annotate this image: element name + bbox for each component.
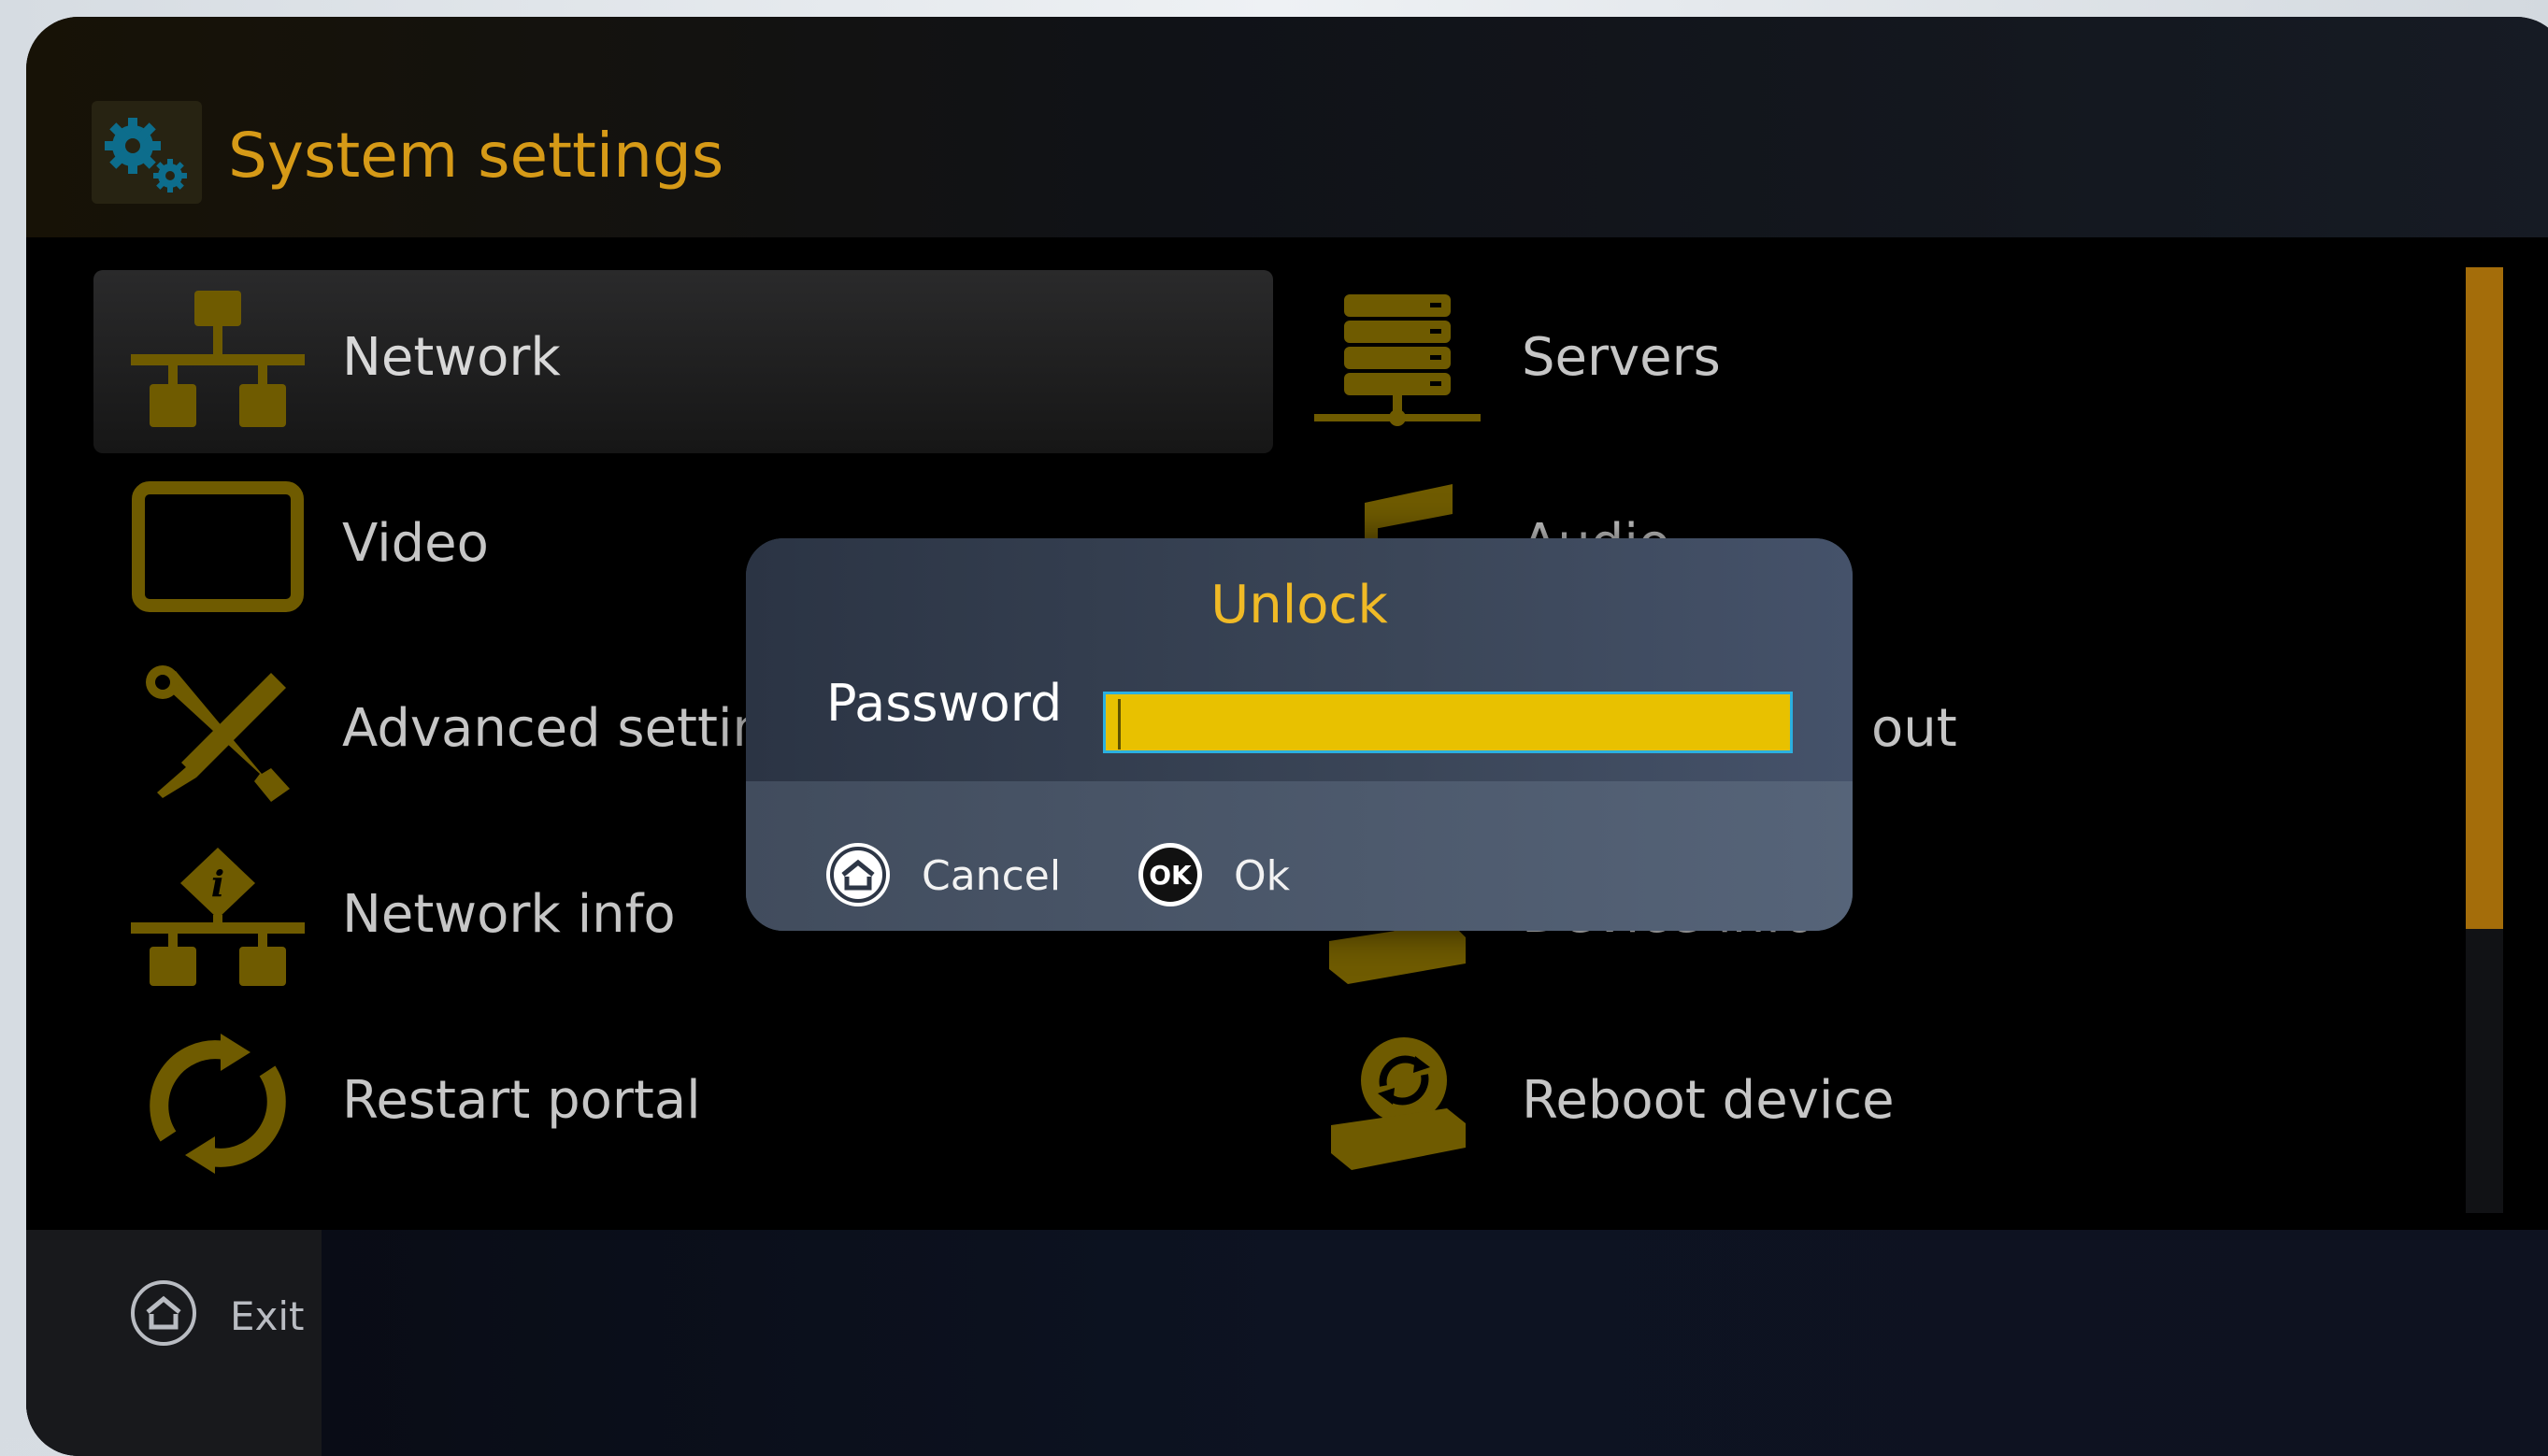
header: System settings <box>26 17 2548 237</box>
ok-label: Ok <box>1234 852 1291 900</box>
footer: Exit <box>26 1230 2548 1456</box>
network-info-icon: i <box>131 848 305 988</box>
dialog-title: Unlock <box>1210 575 1388 635</box>
cancel-button[interactable]: Cancel <box>824 837 1061 912</box>
reboot-device-icon <box>1310 1034 1484 1174</box>
svg-text:i: i <box>211 863 224 905</box>
password-label: Password <box>826 674 1063 733</box>
menu-item-reboot-device[interactable]: Reboot device <box>1273 1013 2453 1196</box>
unlock-dialog: Unlock Password Cancel OK Ok <box>746 538 1853 931</box>
menu-item-label: Servers <box>1522 327 1721 388</box>
menu-item-label: Network <box>342 327 561 388</box>
scrollbar-thumb[interactable] <box>2466 267 2503 930</box>
menu-item-restart-portal[interactable]: Restart portal <box>93 1013 1273 1196</box>
svg-text:OK: OK <box>1149 860 1193 891</box>
tv-icon <box>131 477 305 617</box>
exit-button[interactable]: Exit <box>26 1230 322 1456</box>
scrollbar[interactable] <box>2466 267 2503 1213</box>
network-icon <box>131 291 305 431</box>
menu-item-label: Advanced settin <box>342 698 766 759</box>
text-cursor <box>1118 699 1121 749</box>
ok-icon: OK <box>1137 841 1204 908</box>
cancel-label: Cancel <box>922 852 1062 900</box>
tools-icon <box>131 662 305 802</box>
menu-item-label: Video <box>342 513 489 574</box>
ok-button[interactable]: OK Ok <box>1137 837 1305 912</box>
menu-item-network[interactable]: Network <box>93 270 1273 453</box>
menu-item-label: Reboot device <box>1522 1070 1895 1131</box>
password-input[interactable] <box>1103 692 1793 753</box>
menu-item-label: out <box>1871 698 1957 759</box>
restart-icon <box>131 1034 305 1174</box>
screen: System settings Network Video Advanced s… <box>26 17 2548 1456</box>
menu-item-servers[interactable]: Servers <box>1273 270 2453 453</box>
menu-item-label: Restart portal <box>342 1070 701 1131</box>
gears-icon <box>92 101 202 204</box>
servers-icon <box>1310 291 1484 431</box>
home-icon <box>824 841 892 908</box>
menu-item-label: Network info <box>342 884 676 945</box>
exit-label: Exit <box>230 1293 305 1339</box>
home-icon <box>129 1278 198 1348</box>
page-title: System settings <box>228 120 724 192</box>
